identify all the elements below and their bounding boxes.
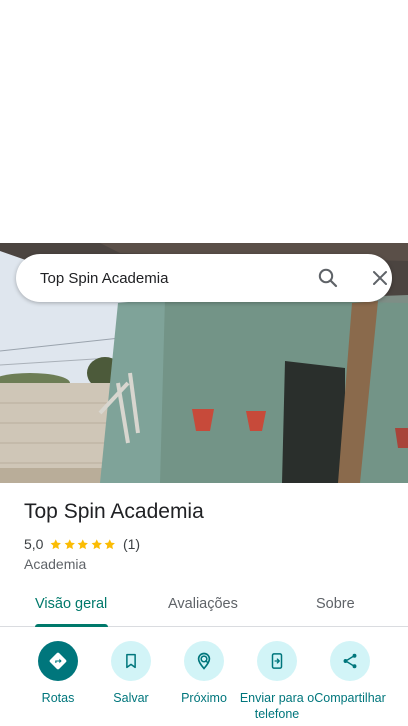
directions-icon (38, 641, 78, 681)
share-label: Compartilhar (314, 691, 386, 705)
tab-overview[interactable]: Visão geral (35, 596, 107, 612)
star-icon (78, 538, 89, 549)
nearby-button[interactable]: Próximo (164, 641, 244, 706)
star-icon (64, 538, 75, 549)
star-icon (105, 538, 116, 549)
search-icon[interactable] (316, 266, 340, 290)
tab-reviews[interactable]: Avaliações (168, 596, 238, 612)
review-count: (1) (122, 536, 141, 552)
nearby-label: Próximo (181, 691, 227, 705)
share-icon (330, 641, 370, 681)
action-buttons: Rotas Salvar Próximo Enviar para o telef… (0, 641, 408, 726)
nearby-icon (184, 641, 224, 681)
star-icon (91, 538, 102, 549)
directions-button[interactable]: Rotas (18, 641, 98, 706)
tab-bar: Visão geral Avaliações Sobre (0, 587, 408, 627)
rating-row[interactable]: 5,0 (1) (24, 536, 140, 552)
tab-about[interactable]: Sobre (316, 596, 355, 612)
save-button[interactable]: Salvar (91, 641, 171, 706)
send-to-phone-label: Enviar para o telefone (239, 691, 315, 721)
send-to-phone-button[interactable]: Enviar para o telefone (237, 641, 317, 722)
place-title: Top Spin Academia (24, 500, 204, 523)
bookmark-icon (111, 641, 151, 681)
search-bar[interactable]: Top Spin Academia (16, 254, 392, 302)
place-category: Academia (24, 556, 87, 572)
save-label: Salvar (113, 691, 149, 705)
rating-value: 5,0 (24, 536, 44, 552)
close-icon[interactable] (368, 266, 392, 290)
directions-label: Rotas (41, 691, 75, 705)
share-button[interactable]: Compartilhar (310, 641, 390, 706)
place-details-sheet: Top Spin Academia 5,0 (1) Academia Visão… (0, 483, 408, 726)
rating-stars (49, 538, 117, 551)
send-to-phone-icon (257, 641, 297, 681)
map-area-blank (0, 0, 408, 243)
star-icon (51, 538, 62, 549)
active-tab-indicator (35, 624, 108, 627)
